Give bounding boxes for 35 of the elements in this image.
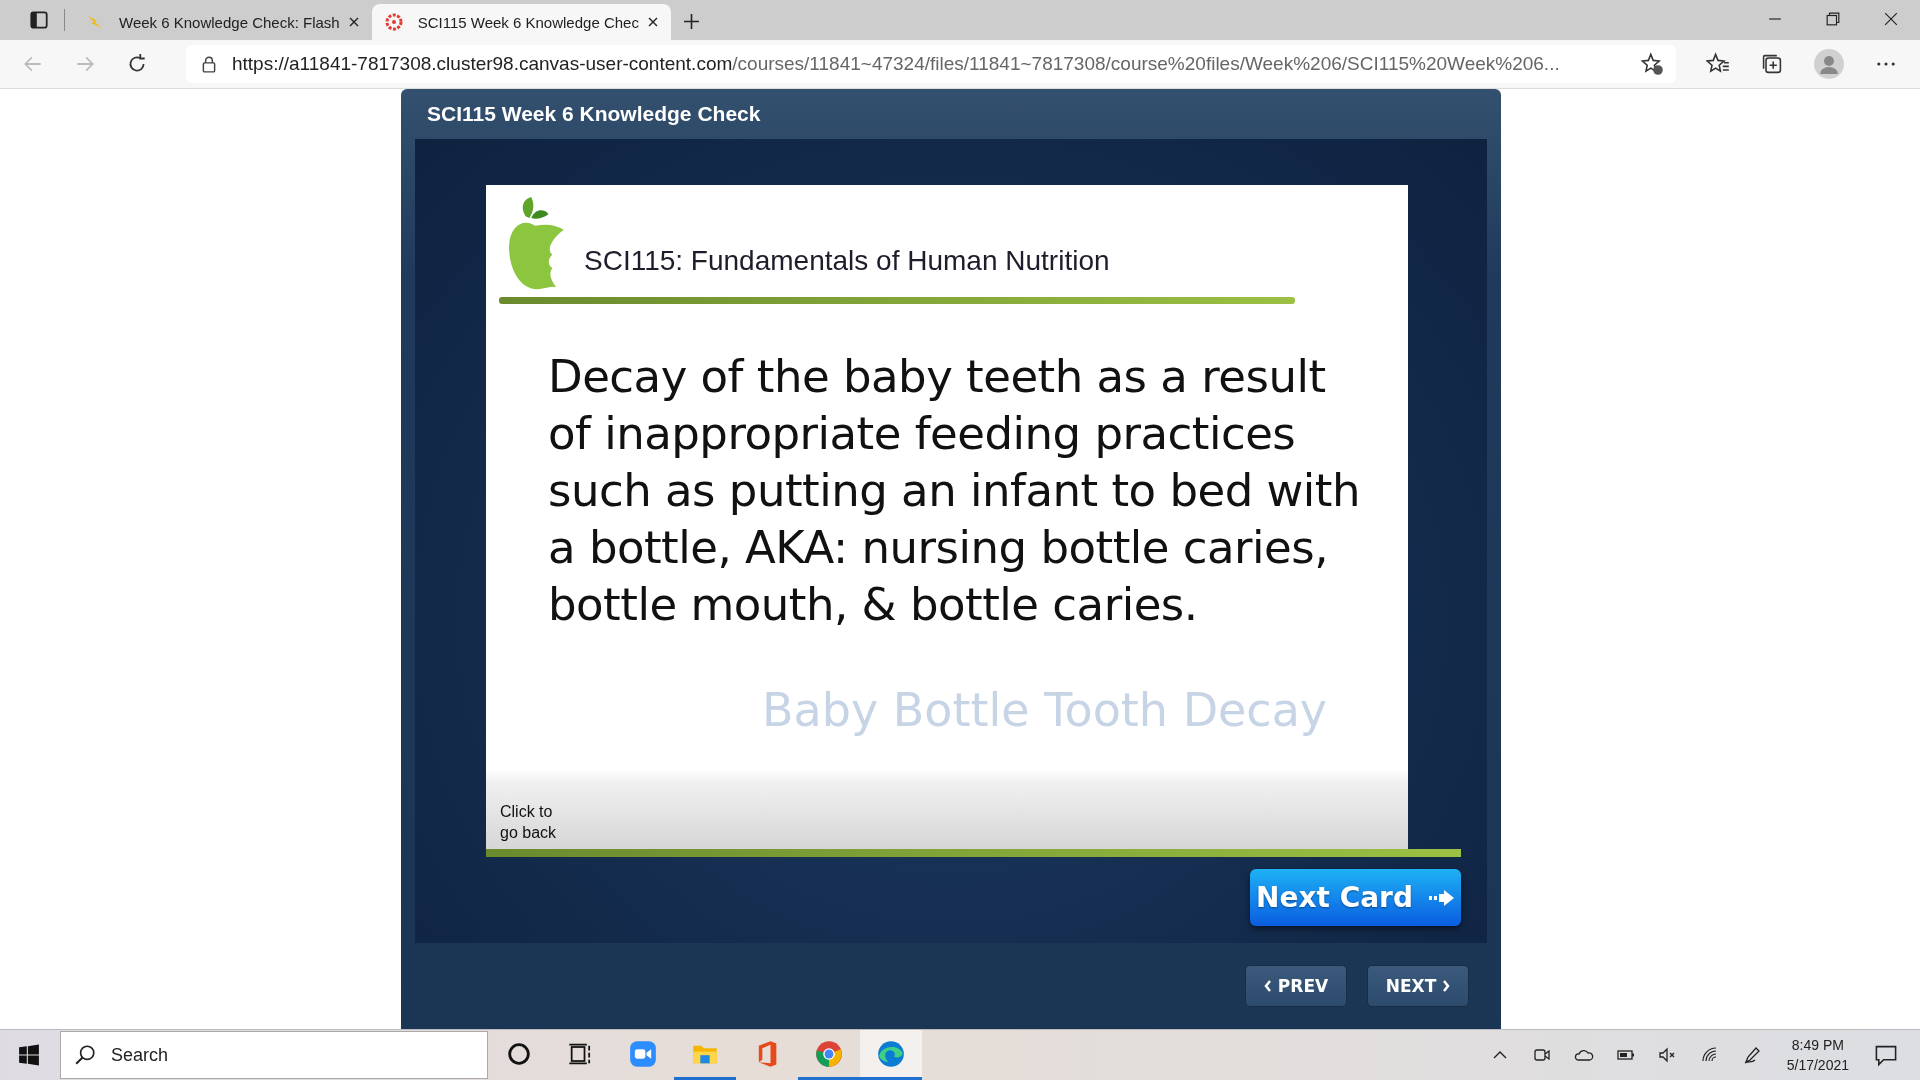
edge-taskbar-button[interactable] bbox=[860, 1030, 922, 1080]
lock-icon bbox=[200, 55, 218, 73]
next-card-button[interactable]: Next Card bbox=[1250, 869, 1461, 926]
profile-icon[interactable] bbox=[1814, 49, 1844, 79]
chevron-left-icon bbox=[1263, 980, 1272, 992]
arrow-icon bbox=[1428, 888, 1455, 907]
taskbar-search-field[interactable]: Search bbox=[60, 1031, 488, 1079]
edge-icon bbox=[877, 1039, 905, 1068]
collections-icon[interactable] bbox=[1760, 52, 1784, 76]
player-title: SCI115 Week 6 Knowledge Check bbox=[427, 102, 761, 126]
go-back-link[interactable]: Click to go back bbox=[500, 801, 566, 843]
add-favorite-icon[interactable] bbox=[1640, 52, 1664, 76]
answer-text: Baby Bottle Tooth Decay bbox=[762, 683, 1329, 737]
course-title: SCI115: Fundamentals of Human Nutrition bbox=[584, 245, 1110, 277]
browser-tab[interactable]: SCI115 Week 6 Knowledge Chec bbox=[371, 4, 671, 40]
flash-card[interactable] bbox=[486, 185, 1408, 849]
restore-icon[interactable] bbox=[1826, 12, 1840, 26]
taskbar-clock[interactable]: 8:49 PM 5/17/2021 bbox=[1786, 1035, 1849, 1075]
search-icon bbox=[74, 1044, 96, 1066]
new-tab-icon[interactable] bbox=[682, 13, 700, 30]
chrome-icon bbox=[815, 1039, 843, 1068]
browser-tab[interactable]: Week 6 Knowledge Check: Flash bbox=[73, 4, 372, 40]
tab-actions-icon[interactable] bbox=[28, 9, 50, 31]
next-button[interactable]: NEXT bbox=[1367, 965, 1469, 1007]
address-field[interactable]: https://a11841-7817308.cluster98.canvas-user-content.com/courses/11841~47324/files/11841~7817308/course%20files/Week%206/SCI115%20Week%206... bbox=[186, 45, 1676, 83]
ring-icon bbox=[383, 12, 404, 32]
question-text: Decay of the baby teeth as a result of inappropriate feeding practices such as putting an infant to bed with a bottle, AKA: nursing bottle caries, bottle mouth, & bottle caries. bbox=[548, 349, 1361, 633]
close-icon[interactable] bbox=[347, 16, 360, 28]
chevron-right-icon bbox=[1442, 980, 1451, 992]
prev-button[interactable]: PREV bbox=[1245, 965, 1347, 1007]
video-camera-icon bbox=[629, 1039, 657, 1068]
notifications-icon[interactable] bbox=[1874, 1043, 1898, 1067]
close-icon[interactable] bbox=[646, 16, 659, 28]
close-icon[interactable] bbox=[1884, 12, 1898, 26]
windows-start-icon[interactable] bbox=[18, 1044, 40, 1066]
